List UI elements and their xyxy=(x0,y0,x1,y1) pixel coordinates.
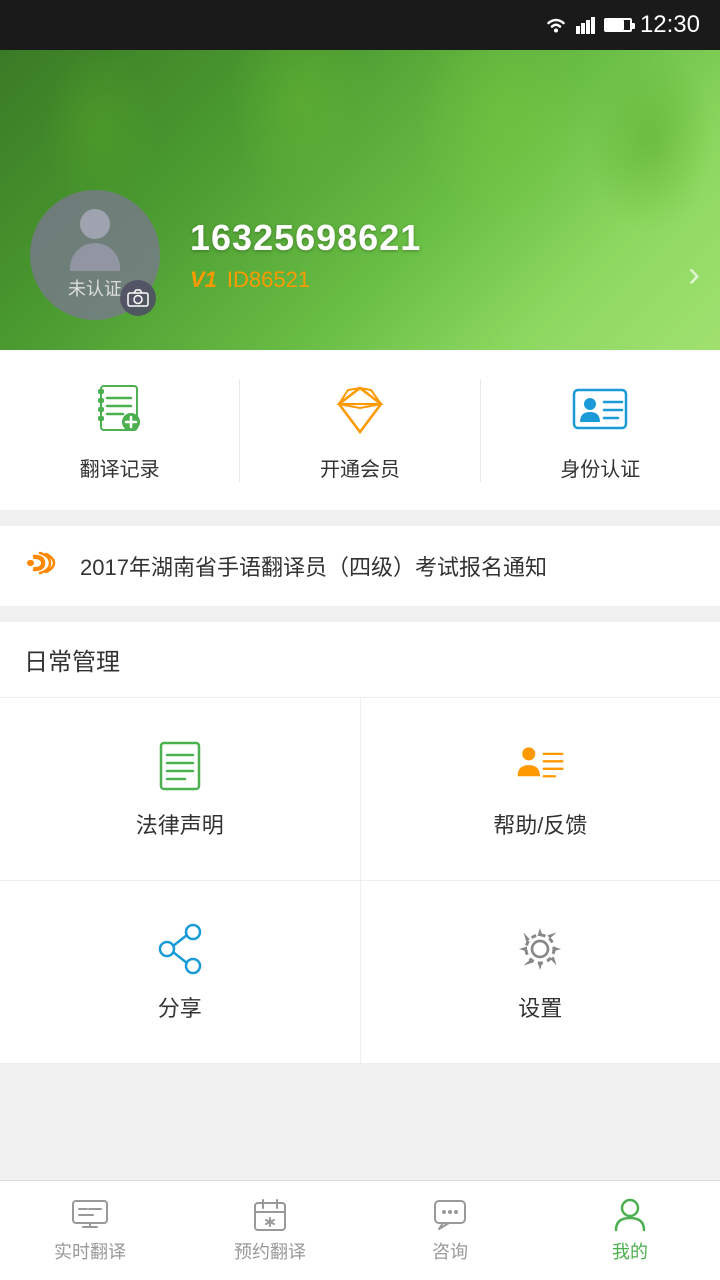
nav-appointment[interactable]: 预约翻译 xyxy=(180,1181,360,1280)
camera-button[interactable] xyxy=(120,280,156,316)
avatar-container[interactable]: 未认证 xyxy=(30,190,160,320)
nav-mine[interactable]: 我的 xyxy=(540,1181,720,1280)
chat-icon xyxy=(430,1198,470,1232)
help-label: 帮助/反馈 xyxy=(493,808,587,840)
avatar-label: 未认证 xyxy=(68,275,122,301)
appointment-icon xyxy=(250,1198,290,1232)
announcement-bar[interactable]: 2017年湖南省手语翻译员（四级）考试报名通知 xyxy=(0,526,720,606)
vip-badge: V1 xyxy=(190,267,217,293)
mgmt-row-2: 分享 设置 xyxy=(0,881,720,1064)
nav-consult[interactable]: 咨询 xyxy=(360,1181,540,1280)
id-auth-label: 身份认证 xyxy=(560,453,640,482)
profile-id: ID86521 xyxy=(227,267,310,293)
nav-realtime-label: 实时翻译 xyxy=(54,1238,126,1264)
management-grid: 法律声明 帮助/反馈 xyxy=(0,697,720,1064)
profile-id-row: V1 ID86521 xyxy=(190,267,690,293)
section-title: 日常管理 xyxy=(24,649,120,676)
open-vip-label: 开通会员 xyxy=(320,453,400,482)
share-icon xyxy=(152,921,208,977)
notebook-icon xyxy=(90,379,150,439)
nav-appointment-label: 预约翻译 xyxy=(234,1238,306,1264)
status-icons: 12:30 xyxy=(544,11,700,39)
diamond-icon xyxy=(330,379,390,439)
mgmt-row-1: 法律声明 帮助/反馈 xyxy=(0,698,720,881)
translate-record-label: 翻译记录 xyxy=(80,453,160,482)
nav-realtime[interactable]: 实时翻译 xyxy=(0,1181,180,1280)
share-item[interactable]: 分享 xyxy=(0,881,360,1063)
announcement-text: 2017年湖南省手语翻译员（四级）考试报名通知 xyxy=(80,550,696,582)
share-label: 分享 xyxy=(158,991,202,1023)
help-item[interactable]: 帮助/反馈 xyxy=(360,698,720,880)
quick-action-id-auth[interactable]: 身份认证 xyxy=(480,379,720,482)
settings-icon xyxy=(512,921,568,977)
chevron-right-icon[interactable]: › xyxy=(688,253,700,295)
legal-item[interactable]: 法律声明 xyxy=(0,698,360,880)
quick-action-translate-record[interactable]: 翻译记录 xyxy=(0,379,239,482)
nav-mine-label: 我的 xyxy=(612,1238,648,1264)
idcard-icon xyxy=(570,379,630,439)
settings-label: 设置 xyxy=(518,991,562,1023)
section-header: 日常管理 xyxy=(0,622,720,697)
quick-actions: 翻译记录 开通会员 xyxy=(0,350,720,510)
help-icon xyxy=(512,738,568,794)
battery-icon xyxy=(604,18,632,32)
person-icon xyxy=(610,1198,650,1232)
legal-icon xyxy=(152,738,208,794)
profile-info: 16325698621 V1 ID86521 xyxy=(190,217,690,293)
screen-icon xyxy=(70,1198,110,1232)
quick-action-open-vip[interactable]: 开通会员 xyxy=(239,379,479,482)
sound-icon xyxy=(24,548,60,585)
profile-header: 未认证 16325698621 V1 ID86521 › xyxy=(0,50,720,350)
time-display: 12:30 xyxy=(640,11,700,39)
signal-icon xyxy=(576,16,596,34)
legal-label: 法律声明 xyxy=(136,808,224,840)
wifi-icon xyxy=(544,16,568,34)
bottom-nav: 实时翻译 预约翻译 xyxy=(0,1180,720,1280)
status-bar: 12:30 xyxy=(0,0,720,50)
settings-item[interactable]: 设置 xyxy=(360,881,720,1063)
nav-consult-label: 咨询 xyxy=(432,1238,468,1264)
profile-phone: 16325698621 xyxy=(190,217,690,259)
